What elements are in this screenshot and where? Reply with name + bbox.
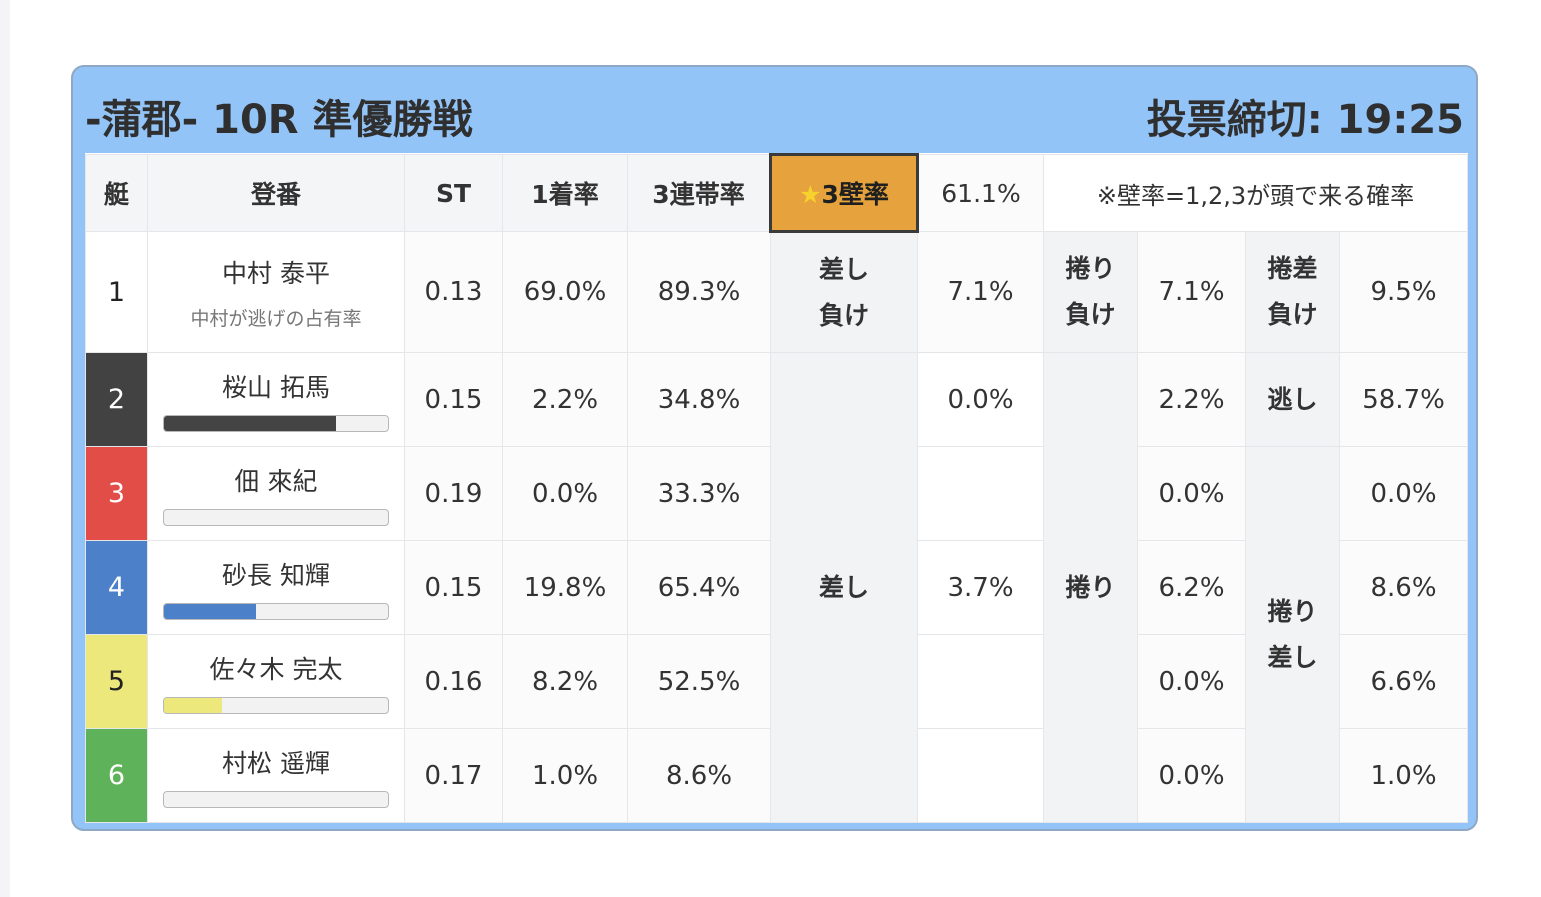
racer-cell: 中村 泰平 中村が逃げの占有率 — [147, 231, 405, 353]
deadline-time: 19:25 — [1336, 97, 1464, 143]
makuri-value: 0.0% — [1137, 634, 1246, 729]
racer-cell: 桜山 拓馬 — [147, 352, 405, 447]
kimarite-label: 負け — [818, 300, 869, 330]
boat-number-2: 2 — [85, 352, 148, 447]
escape-rate-fill — [164, 697, 223, 713]
st-value: 0.19 — [404, 446, 503, 541]
kimarite-label: 差し — [818, 254, 869, 284]
escape-rate-bar — [163, 790, 389, 808]
racer-cell: 佃 來紀 — [147, 446, 405, 541]
boat-number-5: 5 — [85, 634, 148, 729]
racer-name: 佃 來紀 — [234, 466, 318, 496]
racer-name: 村松 遥輝 — [222, 748, 330, 778]
race-card: -蒲郡- 10R 準優勝戦 投票締切: 19:25 艇 登番 ST 1着率 3連… — [71, 65, 1478, 831]
wall-rate-note: ※壁率=1,2,3が頭で来る確率 — [1042, 154, 1469, 232]
boat-number-6: 6 — [85, 728, 148, 823]
table-row: 2 桜山 拓馬 0.15 2.2% 34.8% 差し 0.0% 捲り 2.2% … — [85, 352, 1469, 823]
win1-value: 8.2% — [502, 634, 628, 729]
racer-name: 中村 泰平 — [222, 258, 330, 288]
sashi-value — [917, 728, 1044, 823]
sashi-value — [917, 634, 1044, 729]
col-boat: 艇 — [85, 154, 148, 232]
sashi-value — [917, 446, 1044, 541]
racer-name: 砂長 知輝 — [222, 560, 330, 590]
deadline-label: 投票締切: — [1146, 97, 1323, 143]
escape-rate-fill — [164, 603, 256, 619]
kimarite-label: 差し — [1267, 642, 1318, 672]
kimarite-sashi: 差し — [770, 352, 918, 823]
top3-value: 34.8% — [627, 352, 771, 447]
deadline: 投票締切: 19:25 — [1147, 87, 1464, 145]
kimarite-makurisashi-make: 捲差 負け — [1245, 231, 1340, 353]
escape-rate-bar — [163, 602, 389, 620]
makuri-value: 0.0% — [1137, 446, 1246, 541]
win1-value: 69.0% — [502, 231, 628, 353]
top3-value: 89.3% — [627, 231, 771, 353]
kimarite-label: 負け — [1065, 300, 1116, 329]
makurisashi-make-value: 9.5% — [1338, 231, 1469, 353]
racer-cell: 佐々木 完太 — [147, 634, 405, 729]
boat-number-4: 4 — [85, 540, 148, 635]
header-row: 艇 登番 ST 1着率 3連帯率 ★3壁率 61.1% ※壁率=1,2,3が頭で… — [85, 153, 1469, 233]
makurisashi-value: 0.0% — [1338, 446, 1469, 541]
sashi-value: 3.7% — [917, 540, 1044, 635]
st-value: 0.15 — [404, 540, 503, 635]
kimarite-label: 捲り — [1267, 596, 1318, 626]
escape-rate-fill — [164, 415, 337, 431]
wall-rate-value: 61.1% — [917, 154, 1044, 232]
kimarite-label: 捲り — [1065, 254, 1116, 283]
top3-value: 8.6% — [627, 728, 771, 823]
racer-name: 桜山 拓馬 — [222, 372, 330, 402]
kimarite-label: 捲差 — [1267, 254, 1318, 283]
st-value: 0.17 — [404, 728, 503, 823]
race-title: -蒲郡- 10R 準優勝戦 — [85, 97, 473, 143]
win1-value: 2.2% — [502, 352, 628, 447]
page-edge — [0, 0, 10, 897]
kimarite-nige: 逃し — [1245, 352, 1340, 447]
makuri-value: 0.0% — [1137, 728, 1246, 823]
col-win1: 1着率 — [502, 154, 628, 232]
kimarite-sashi-make: 差し 負け — [770, 231, 918, 353]
top3-value: 65.4% — [627, 540, 771, 635]
top3-value: 33.3% — [627, 446, 771, 541]
kimarite-label: 負け — [1267, 300, 1318, 329]
col-name: 登番 — [147, 154, 405, 232]
wall-rate-label: 3壁率 — [821, 180, 889, 209]
top3-value: 52.5% — [627, 634, 771, 729]
kimarite-makuri-sashi: 捲り 差し — [1245, 446, 1340, 823]
racer-note: 中村が逃げの占有率 — [190, 307, 362, 330]
racer-name: 佐々木 完太 — [209, 654, 343, 684]
win1-value: 19.8% — [502, 540, 628, 635]
win1-value: 1.0% — [502, 728, 628, 823]
st-value: 0.15 — [404, 352, 503, 447]
makurisashi-value: 58.7% — [1338, 352, 1469, 447]
makuri-value: 6.2% — [1137, 540, 1246, 635]
racer-cell: 砂長 知輝 — [147, 540, 405, 635]
sashi-make-value: 7.1% — [917, 231, 1044, 353]
racer-cell: 村松 遥輝 — [147, 728, 405, 823]
kimarite-makuri: 捲り — [1043, 352, 1138, 823]
boat-number-3: 3 — [85, 446, 148, 541]
makuri-make-value: 7.1% — [1137, 231, 1246, 353]
table-row: 1 中村 泰平 中村が逃げの占有率 0.13 69.0% 89.3% 差し 負け … — [85, 231, 1469, 353]
makuri-value: 2.2% — [1137, 352, 1246, 447]
makurisashi-value: 8.6% — [1338, 540, 1469, 635]
wall-rate-header: ★3壁率 — [769, 153, 919, 233]
makurisashi-value: 6.6% — [1338, 634, 1469, 729]
col-st: ST — [404, 154, 503, 232]
escape-rate-bar — [163, 414, 389, 432]
st-value: 0.13 — [404, 231, 503, 353]
makurisashi-value: 1.0% — [1338, 728, 1469, 823]
sashi-value: 0.0% — [917, 352, 1044, 447]
win1-value: 0.0% — [502, 446, 628, 541]
kimarite-makuri-make: 捲り 負け — [1043, 231, 1138, 353]
st-value: 0.16 — [404, 634, 503, 729]
star-icon: ★ — [799, 180, 822, 209]
escape-rate-bar — [163, 508, 389, 526]
race-table: 艇 登番 ST 1着率 3連帯率 ★3壁率 61.1% ※壁率=1,2,3が頭で… — [85, 153, 1469, 823]
boat-number-1: 1 — [85, 231, 148, 353]
col-top3: 3連帯率 — [627, 154, 771, 232]
escape-rate-bar — [163, 696, 389, 714]
